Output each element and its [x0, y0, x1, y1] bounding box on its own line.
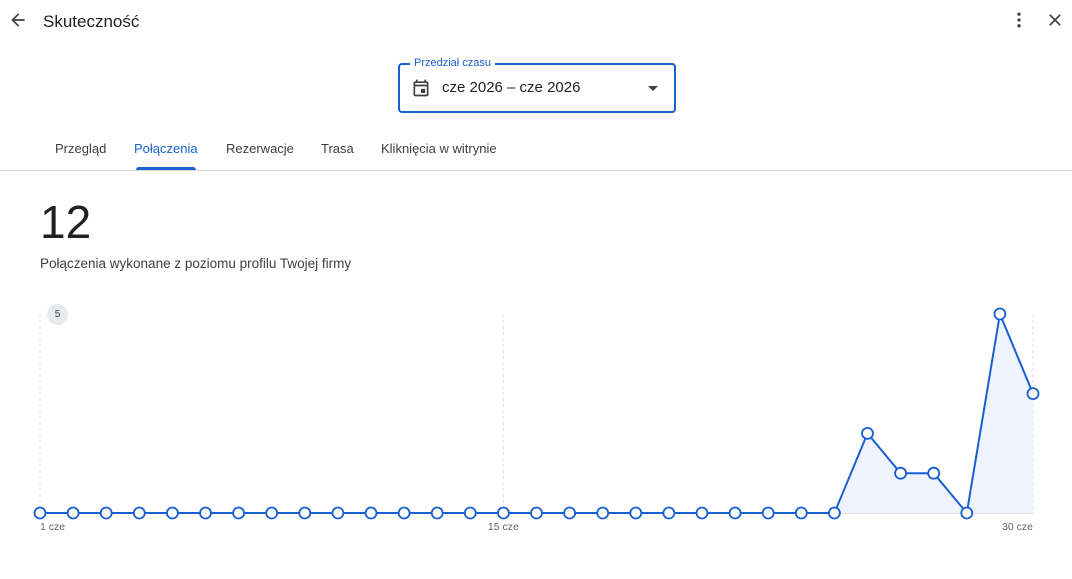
- data-point: [66, 506, 80, 520]
- data-point: [993, 307, 1007, 321]
- data-point: [563, 506, 576, 520]
- time-range-value: cze 2026 – cze 2026: [442, 79, 581, 96]
- header: Skuteczność: [0, 0, 1072, 46]
- series-area: [40, 314, 1033, 513]
- back-button[interactable]: [6, 10, 30, 34]
- close-icon: [1045, 10, 1065, 35]
- data-point: [364, 506, 378, 520]
- data-point: [199, 506, 212, 520]
- data-point: [331, 506, 345, 520]
- data-point: [960, 506, 974, 520]
- data-point: [33, 506, 47, 520]
- data-point: [1026, 387, 1040, 401]
- more-vert-icon: [1009, 10, 1029, 35]
- x-tick-label: 30 cze: [1002, 521, 1033, 533]
- data-point: [530, 506, 543, 520]
- time-range-label: Przedział czasu: [410, 56, 496, 70]
- data-point: [132, 506, 146, 520]
- arrow-drop-down-icon: [646, 81, 660, 95]
- data-point: [430, 506, 444, 520]
- tab-bar: Przegląd Połączenia Rezerwacje Trasa Kli…: [0, 130, 1072, 171]
- data-point: [695, 506, 709, 520]
- data-point: [232, 506, 246, 520]
- calls-caption: Połączenia wykonane z poziomu profilu Tw…: [40, 256, 352, 271]
- y-max-badge: 5: [47, 304, 68, 325]
- time-range-select[interactable]: Przedział czasu cze 2026 – cze 2026: [398, 56, 676, 113]
- data-point: [861, 426, 874, 440]
- calendar-icon: [411, 78, 431, 98]
- data-point: [828, 506, 841, 520]
- x-tick-label: 1 cze: [40, 521, 65, 533]
- close-button[interactable]: [1043, 10, 1067, 34]
- active-tab-indicator: [136, 167, 196, 170]
- data-point: [894, 466, 907, 480]
- data-point: [165, 506, 179, 520]
- data-point: [265, 506, 279, 520]
- data-point: [728, 506, 742, 520]
- tab-overview[interactable]: Przegląd: [55, 141, 106, 156]
- data-point: [794, 506, 808, 520]
- data-point: [927, 466, 941, 480]
- arrow-back-icon: [8, 10, 28, 35]
- tab-bookings[interactable]: Rezerwacje: [226, 141, 294, 156]
- data-point: [397, 506, 411, 520]
- data-point: [463, 506, 477, 520]
- x-tick-label: 15 cze: [488, 521, 519, 533]
- calls-chart: 1 cze 15 cze 30 cze: [33, 307, 1040, 533]
- tab-calls[interactable]: Połączenia: [134, 141, 198, 156]
- data-point: [99, 506, 113, 520]
- data-point: [596, 506, 610, 520]
- data-point: [662, 506, 676, 520]
- data-point: [761, 506, 775, 520]
- page-title: Skuteczność: [43, 12, 140, 31]
- more-options-button[interactable]: [1007, 10, 1031, 34]
- tab-website-clicks[interactable]: Kliknięcia w witrynie: [381, 141, 497, 156]
- tab-directions[interactable]: Trasa: [321, 141, 354, 156]
- data-point: [298, 506, 312, 520]
- data-point: [496, 506, 510, 520]
- data-point: [629, 506, 643, 520]
- calls-total: 12: [40, 196, 92, 248]
